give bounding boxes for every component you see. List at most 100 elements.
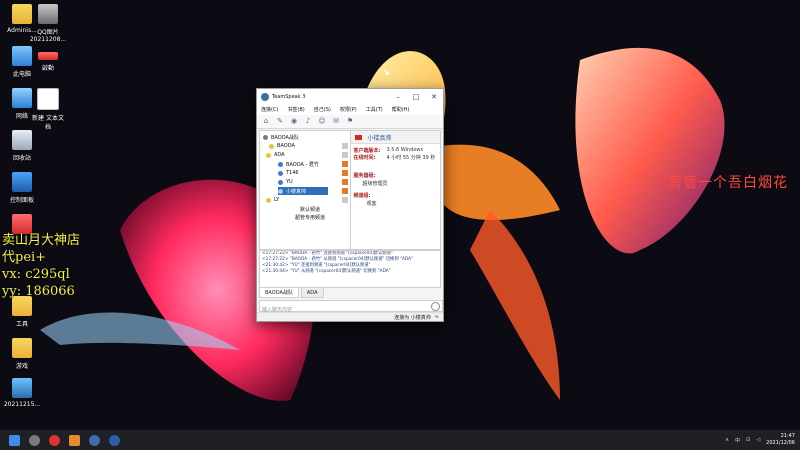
emoji-icon[interactable] bbox=[431, 302, 440, 311]
system-tray: ∧ 中 ⊡ ◁ 21:47 2021/12/06 bbox=[725, 430, 795, 450]
phone-icon bbox=[12, 378, 32, 398]
tree-client-baoda-junzhu[interactable]: BAODA - 君竹 bbox=[278, 160, 319, 168]
overlay-text-line-3: vx: c295ql bbox=[2, 267, 70, 282]
client-name-row: 小楼真帅 bbox=[350, 131, 440, 144]
client-icon bbox=[278, 188, 283, 194]
client-info-panel: 小楼真帅 客户端版本: 3.5.6 Windows 在线时间: 4 小时 55 … bbox=[350, 130, 441, 250]
menu-self[interactable]: 自己(S) bbox=[314, 106, 331, 113]
window-titlebar[interactable]: TeamSpeak 3 – □ ✕ bbox=[257, 89, 443, 104]
desktop-icon-label: 游戏 bbox=[15, 363, 28, 370]
channel-icon bbox=[269, 143, 274, 149]
language-indicator[interactable]: 中 bbox=[735, 437, 740, 444]
microphone-icon[interactable]: ◉ bbox=[289, 117, 299, 126]
badge-icon bbox=[341, 188, 348, 194]
client-icon bbox=[278, 179, 283, 185]
app-icon[interactable] bbox=[49, 434, 60, 446]
tree-channel-admin[interactable]: 超管专用频道 bbox=[295, 213, 325, 221]
away-icon[interactable]: ☺ bbox=[317, 117, 327, 126]
app-icon bbox=[12, 214, 32, 234]
chat-input-box bbox=[259, 300, 443, 315]
menu-help[interactable]: 帮助(H) bbox=[392, 106, 410, 113]
menu-permissions[interactable]: 权限(P) bbox=[340, 106, 357, 113]
chat-tabs: BAODA战队 ADA bbox=[259, 287, 324, 298]
tree-channel-ada[interactable]: ADA bbox=[266, 151, 285, 159]
side-caption: 房管一个吾白烟花 bbox=[668, 175, 788, 191]
desktop-icon-label: 啟動 bbox=[41, 65, 54, 72]
tree-client-yu[interactable]: YU bbox=[278, 178, 293, 186]
badge-icon bbox=[341, 170, 348, 176]
desktop-icon-recycle-bin[interactable]: 回收站 bbox=[0, 130, 44, 162]
start-icon[interactable] bbox=[9, 434, 20, 446]
chat-icon[interactable]: ✉ bbox=[331, 117, 341, 126]
whisper-icon[interactable]: ⚑ bbox=[345, 117, 355, 126]
flag-icon bbox=[354, 134, 362, 140]
desktop-icon-label: 工具 bbox=[15, 321, 28, 328]
menu-bookmarks[interactable]: 书签(B) bbox=[287, 106, 304, 113]
toolbar: ⌂ ✎ ◉ ♪ ☺ ✉ ⚑ bbox=[257, 115, 443, 129]
desktop-icon-label: 回收站 bbox=[12, 155, 31, 162]
channel-icon bbox=[266, 152, 271, 158]
desktop-icon-launch[interactable]: 啟動 bbox=[26, 46, 70, 72]
tree-channel-baoda[interactable]: BAODA bbox=[269, 142, 295, 150]
close-button[interactable]: ✕ bbox=[425, 93, 443, 101]
teamspeak-icon[interactable] bbox=[89, 434, 100, 446]
channel-group-label: 频道组: bbox=[353, 193, 371, 199]
badge-icon bbox=[341, 179, 348, 185]
chat-tab-server[interactable]: BAODA战队 bbox=[259, 287, 299, 298]
chevron-up-icon[interactable]: ∧ bbox=[725, 437, 729, 443]
tree-server[interactable]: BAODA战队 bbox=[263, 133, 299, 141]
tree-channel-default[interactable]: 默认频道 bbox=[300, 205, 320, 213]
game-icon[interactable] bbox=[69, 434, 80, 446]
lock-icon bbox=[341, 152, 348, 158]
chat-tab-channel[interactable]: ADA bbox=[300, 287, 324, 298]
edit-icon[interactable]: ✎ bbox=[275, 117, 285, 126]
desktop-icon-label: 控制面板 bbox=[9, 197, 34, 204]
overlay-text-line-4: yy: 186066 bbox=[2, 284, 75, 299]
control-panel-icon bbox=[12, 172, 32, 192]
app-icon bbox=[38, 52, 58, 60]
search-icon[interactable] bbox=[29, 434, 40, 446]
client-version-label: 客户端版本: bbox=[353, 148, 381, 154]
status-bar: 连接为 小楼真帅 ≈ bbox=[257, 312, 443, 321]
chat-log-line: <21:30:44> "YU" 从频道 "[cspacer04]默认频道" 切换… bbox=[262, 269, 391, 274]
desktop-icon-label: 新建 文本文 档 bbox=[32, 115, 64, 131]
menu-tools[interactable]: 工具(T) bbox=[366, 106, 383, 113]
browser-icon[interactable] bbox=[109, 434, 120, 446]
desktop-icon-qq-image[interactable]: QQ图片 20211208... bbox=[26, 4, 70, 43]
network-icon[interactable]: ⊡ bbox=[746, 437, 750, 443]
clock[interactable]: 21:47 2021/12/06 bbox=[766, 433, 795, 447]
desktop-icon-control-panel[interactable]: 控制面板 bbox=[0, 172, 44, 204]
overlay-text-line-1: 卖山月大神店 bbox=[2, 233, 81, 248]
speaker-icon[interactable]: ♪ bbox=[303, 117, 313, 126]
desktop-icon-screenshot[interactable]: 20211215... bbox=[0, 378, 44, 408]
desktop-icon-games[interactable]: 游戏 bbox=[0, 338, 44, 370]
desktop-icon-tools[interactable]: 工具 bbox=[0, 296, 44, 328]
menu-bar: 连接(C) 书签(B) 自己(S) 权限(P) 工具(T) 帮助(H) bbox=[257, 104, 443, 115]
teamspeak-window: TeamSpeak 3 – □ ✕ 连接(C) 书签(B) 自己(S) 权限(P… bbox=[256, 88, 444, 322]
taskbar: ∧ 中 ⊡ ◁ 21:47 2021/12/06 bbox=[0, 430, 800, 450]
connect-icon[interactable]: ⌂ bbox=[261, 117, 271, 126]
maximize-button[interactable]: □ bbox=[407, 93, 425, 101]
volume-icon[interactable]: ◁ bbox=[756, 437, 760, 443]
channel-icon bbox=[266, 197, 271, 203]
lock-icon bbox=[341, 197, 348, 203]
clock-time: 21:47 bbox=[780, 433, 795, 439]
wifi-icon: ≈ bbox=[434, 314, 439, 320]
online-time-value: 4 小时 55 分钟 39 秒 bbox=[386, 155, 436, 161]
desktop-icon-new-text[interactable]: 新建 文本文 档 bbox=[26, 88, 70, 131]
menu-connections[interactable]: 连接(C) bbox=[261, 106, 278, 113]
desktop-icon-label: QQ图片 20211208... bbox=[29, 29, 67, 43]
tree-channel-ly[interactable]: LY bbox=[266, 196, 279, 204]
server-icon bbox=[263, 134, 268, 140]
client-version-value: 3.5.6 Windows bbox=[386, 147, 424, 153]
tree-client-selected[interactable]: 小楼真帅 bbox=[278, 187, 328, 195]
overlay-text-line-2: 代pei+ bbox=[2, 250, 47, 265]
minimize-button[interactable]: – bbox=[389, 93, 407, 101]
server-group-label: 服务器组: bbox=[353, 173, 376, 179]
image-icon bbox=[38, 4, 58, 24]
tree-client-t146[interactable]: T146 bbox=[278, 169, 299, 177]
status-text: 连接为 小楼真帅 bbox=[394, 314, 431, 321]
client-name: 小楼真帅 bbox=[367, 134, 392, 142]
server-group-value: 超级管理员 bbox=[362, 181, 388, 187]
recycle-bin-icon bbox=[12, 130, 32, 150]
